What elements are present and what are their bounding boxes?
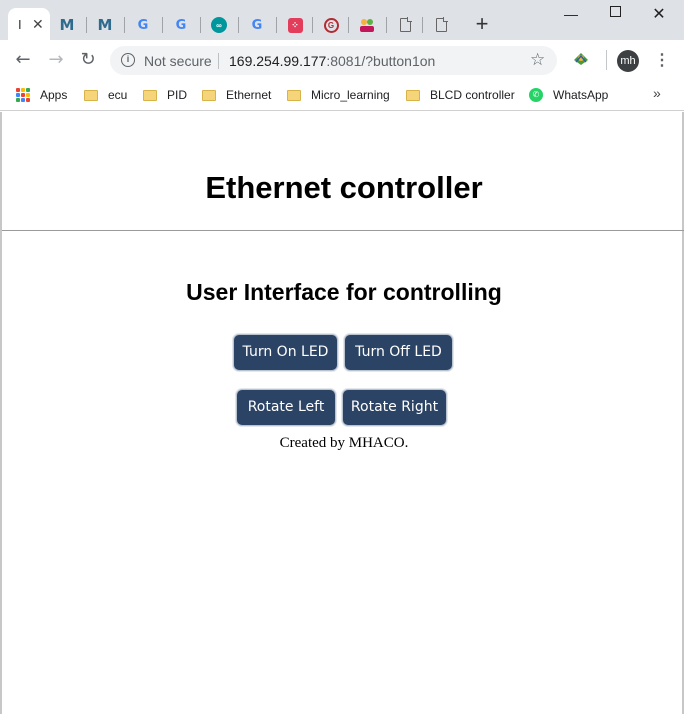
extension-icon[interactable] — [572, 50, 590, 66]
tab-12[interactable] — [422, 13, 460, 37]
tab-10[interactable] — [348, 13, 386, 37]
tab-7[interactable]: G — [238, 13, 276, 37]
back-icon[interactable]: ← — [12, 49, 34, 71]
bookmark-label: BLCD controller — [430, 88, 515, 102]
menu-icon[interactable]: ⋮ — [654, 50, 670, 72]
folder-icon — [287, 89, 301, 101]
tab-strip: I ✕ M M G G ∞ G ⁘ G + — ✕ — [0, 0, 684, 40]
tab-4[interactable]: G — [124, 13, 162, 37]
address-bar[interactable]: i Not secure 169.254.99.177:8081/?button… — [110, 46, 557, 75]
bookmark-ethernet[interactable]: Ethernet — [202, 86, 271, 104]
tab-6[interactable]: ∞ — [200, 13, 238, 37]
window-close-icon[interactable]: ✕ — [644, 4, 674, 23]
credit-text: Created by MHACO. — [279, 435, 409, 451]
bookmarks-overflow-icon[interactable]: » — [653, 85, 661, 101]
folder-icon — [406, 89, 420, 101]
page-subtitle: User Interface for controlling — [186, 279, 502, 305]
bookmark-label: Micro_learning — [311, 88, 390, 102]
m-icon: M — [59, 16, 75, 34]
tab-5[interactable]: G — [162, 13, 200, 37]
folder-icon — [84, 89, 98, 101]
turn-off-led-button[interactable]: Turn Off LED — [344, 334, 453, 371]
star-icon[interactable]: ☆ — [530, 50, 545, 70]
bookmarks-bar: Apps ecu PID Ethernet Micro_learning BLC… — [0, 80, 684, 111]
google-icon: G — [137, 17, 149, 33]
url-text[interactable]: 169.254.99.177:8081/?button1on — [229, 53, 435, 69]
tab-3[interactable]: M — [86, 13, 124, 37]
rotate-right-button[interactable]: Rotate Right — [342, 389, 447, 426]
forward-icon[interactable]: → — [45, 49, 67, 71]
url-host: 169.254.99.177 — [229, 53, 327, 69]
google-icon: G — [175, 17, 187, 33]
tab-8[interactable]: ⁘ — [276, 13, 314, 37]
bookmark-whatsapp[interactable]: ✆ WhatsApp — [529, 86, 608, 104]
tab-active[interactable]: I ✕ — [8, 8, 50, 40]
bookmark-label: Ethernet — [226, 88, 272, 102]
page-title: Ethernet controller — [205, 170, 483, 205]
whatsapp-icon: ✆ — [529, 88, 543, 102]
bookmark-apps[interactable]: Apps — [16, 86, 67, 104]
new-tab-button[interactable]: + — [472, 13, 492, 35]
bookmark-label: ecu — [108, 88, 128, 102]
turn-on-led-button[interactable]: Turn On LED — [233, 334, 338, 371]
bookmark-label: WhatsApp — [553, 88, 609, 102]
bookmark-label: PID — [167, 88, 188, 102]
document-icon — [399, 17, 412, 32]
arduino-icon: ∞ — [211, 17, 227, 33]
bookmark-blcd-controller[interactable]: BLCD controller — [406, 86, 515, 104]
people-icon — [360, 19, 374, 32]
bookmark-micro-learning[interactable]: Micro_learning — [287, 86, 390, 104]
m-icon: M — [97, 16, 113, 34]
url-rest: :8081/?button1on — [326, 53, 436, 69]
folder-icon — [202, 89, 216, 101]
info-icon[interactable]: i — [121, 53, 135, 67]
toolbar-divider — [606, 50, 607, 70]
reload-icon[interactable]: ↻ — [77, 49, 99, 71]
close-icon[interactable]: ✕ — [32, 16, 44, 33]
dice-icon: ⁘ — [287, 17, 303, 33]
document-icon — [435, 17, 448, 32]
rotate-left-button[interactable]: Rotate Left — [236, 389, 336, 426]
active-tab-title: I — [18, 16, 22, 32]
bookmark-label: Apps — [40, 88, 68, 102]
security-label[interactable]: Not secure — [144, 53, 212, 69]
bookmark-pid[interactable]: PID — [143, 86, 187, 104]
page-content: Ethernet controller User Interface for c… — [0, 112, 684, 714]
google-icon: G — [251, 17, 263, 33]
apps-grid-icon — [16, 88, 30, 102]
folder-icon — [143, 89, 157, 101]
minimize-icon[interactable]: — — [556, 6, 586, 24]
address-divider — [218, 53, 219, 69]
tab-11[interactable] — [386, 13, 424, 37]
g-circle-icon: G — [323, 17, 339, 33]
tab-9[interactable]: G — [312, 13, 350, 37]
avatar[interactable]: mh — [617, 50, 639, 72]
maximize-icon[interactable] — [600, 4, 630, 22]
tab-2[interactable]: M — [48, 13, 86, 37]
divider — [2, 230, 684, 231]
bookmark-ecu[interactable]: ecu — [84, 86, 127, 104]
